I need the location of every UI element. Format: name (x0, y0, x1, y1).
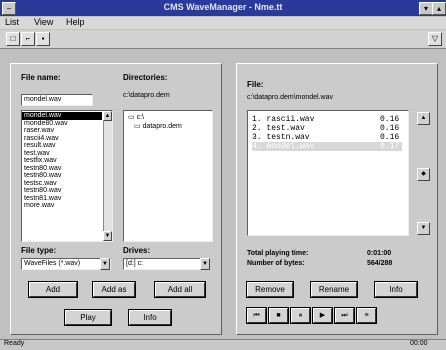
status-text: Ready (4, 340, 25, 347)
add-all-button[interactable]: Add all (154, 281, 206, 298)
list-item[interactable]: 3. testn.wav 0.16 (252, 133, 402, 142)
new-icon[interactable]: □ (6, 32, 20, 46)
toolbar: □ ⌐ ▪ ▽ (0, 30, 446, 49)
add-as-button[interactable]: Add as (92, 281, 136, 298)
remove-button[interactable]: Remove (246, 281, 294, 298)
file-name-label: File name: (21, 73, 61, 82)
list-item[interactable]: testfix.wav (22, 157, 102, 165)
list-item[interactable]: testn80.wav (22, 165, 102, 173)
folder-icon: ▭ (134, 123, 141, 130)
total-time-label: Total playing time: (247, 250, 309, 257)
status-bar: Ready 00:00 (0, 339, 446, 350)
bytes-label: Number of bytes: (247, 260, 305, 267)
list-item[interactable]: raser.wav (22, 127, 102, 135)
move-icon[interactable]: ◆ (417, 168, 430, 181)
folder-open-icon: ▭ (128, 114, 135, 121)
directories-listbox[interactable]: ▭ c:\ ▭ datapro.dem (123, 110, 213, 242)
list-item[interactable]: 1. rascii.wav 0.16 (252, 115, 402, 124)
bytes-value: 564/288 (367, 260, 393, 267)
move-up-icon[interactable]: ▲ (417, 112, 430, 125)
list-item-selected[interactable]: 4. mondel.wav 0.17 (252, 142, 402, 151)
total-time-value: 0:01:00 (367, 250, 392, 257)
minimize-button[interactable]: ▾ (419, 2, 433, 15)
playlist-panel: File: c:\datapro.dem\mondel.wav 1. rasci… (236, 63, 438, 335)
list-item[interactable]: 2. test.wav 0.16 (252, 124, 402, 133)
file-label: File: (247, 80, 264, 89)
list-item[interactable]: testn81.wav (22, 195, 102, 203)
filter-icon[interactable]: ▽ (428, 32, 442, 46)
playlist-info-button[interactable]: Info (374, 281, 418, 298)
list-item[interactable]: testsc.wav (22, 180, 102, 188)
menu-view[interactable]: View (34, 17, 53, 27)
file-type-dropdown-icon[interactable]: ▼ (100, 258, 110, 270)
list-item[interactable]: testn80.wav (22, 187, 102, 195)
move-down-icon[interactable]: ▼ (417, 222, 430, 235)
menu-help[interactable]: Help (66, 17, 85, 27)
file-type-select[interactable]: WaveFiles (*.wav) (21, 258, 111, 270)
rewind-icon[interactable]: ⏮ (246, 307, 267, 324)
playlist-listbox[interactable]: 1. rascii.wav 0.16 2. test.wav 0.16 3. tes… (247, 110, 409, 236)
title-bar: − CMS WaveManager - Nme.tt ▾ ▴ (0, 0, 446, 16)
forward-icon[interactable]: ⏭ (334, 307, 355, 324)
pause-icon[interactable]: ⏸ (290, 307, 311, 324)
dir-root[interactable]: ▭ c:\ (128, 113, 144, 121)
scroll-down-icon[interactable]: ▼ (103, 231, 112, 241)
menu-bar: List View Help (0, 17, 446, 29)
directories-label: Directories: (123, 73, 168, 82)
menu-list[interactable]: List (5, 17, 19, 27)
file-path: c:\datapro.dem\mondel.wav (247, 94, 333, 101)
list-item[interactable]: rascii4.wav (22, 135, 102, 143)
status-time: 00:00 (410, 340, 428, 347)
file-name-input[interactable]: mondel.wav (21, 94, 93, 106)
list-item[interactable]: test.wav (22, 150, 102, 158)
scroll-up-icon[interactable]: ▲ (103, 111, 112, 121)
play-icon[interactable]: ▶ (312, 307, 333, 324)
stop-icon[interactable]: ■ (268, 307, 289, 324)
list-item[interactable]: result.wav (22, 142, 102, 150)
drive-select[interactable]: [d:] c: (123, 258, 207, 270)
file-browser-panel: File name: mondel.wav Directories: c:\da… (10, 63, 222, 335)
list-item[interactable]: more.wav (22, 202, 102, 210)
files-scrollbar[interactable]: ▲ ▼ (103, 111, 112, 241)
loop-icon[interactable]: ≡ (356, 307, 377, 324)
open-icon[interactable]: ⌐ (21, 32, 35, 46)
play-button[interactable]: Play (64, 309, 112, 326)
list-item[interactable]: testn80.wav (22, 172, 102, 180)
rename-button[interactable]: Rename (310, 281, 358, 298)
window-title: CMS WaveManager - Nme.tt (163, 2, 283, 12)
current-directory: c:\datapro.dem (123, 92, 170, 99)
drive-dropdown-icon[interactable]: ▼ (200, 258, 210, 270)
files-listbox[interactable]: mondel.wav monde80.wav raser.wav rascii4… (21, 110, 113, 242)
list-item[interactable]: mondel.wav (22, 112, 102, 120)
maximize-button[interactable]: ▴ (432, 2, 446, 15)
file-type-label: File type: (21, 246, 57, 255)
save-icon[interactable]: ▪ (36, 32, 50, 46)
dir-datapro[interactable]: ▭ datapro.dem (134, 122, 182, 130)
info-button[interactable]: Info (128, 309, 172, 326)
list-item[interactable]: monde80.wav (22, 120, 102, 128)
drives-label: Drives: (123, 246, 151, 255)
add-button[interactable]: Add (28, 281, 78, 298)
